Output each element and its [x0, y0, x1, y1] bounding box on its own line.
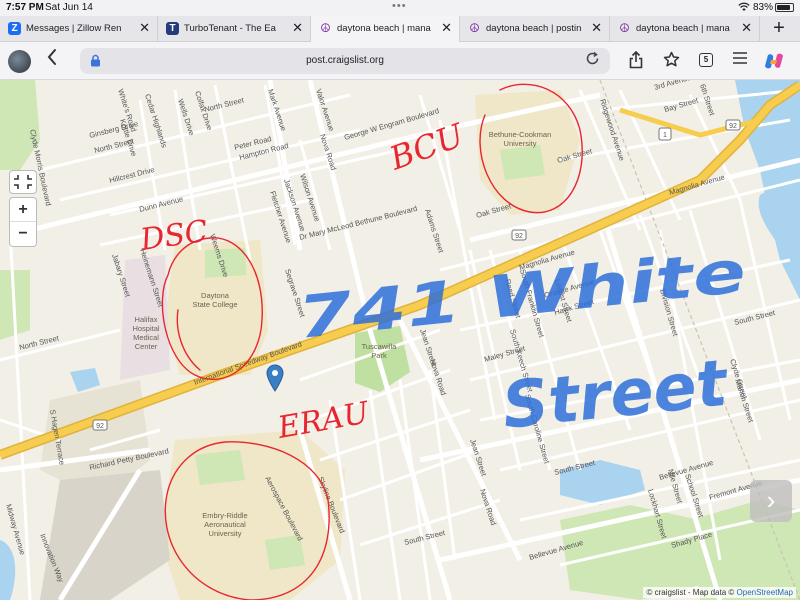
zoom-controls: + − [9, 197, 37, 247]
map-attribution: © craigslist - Map data © OpenStreetMap [643, 587, 796, 598]
share-icon[interactable] [628, 50, 644, 73]
address-bar[interactable]: post.craigslist.org [80, 48, 610, 74]
tab-turbotenant[interactable]: T TurboTenant - The Ea ✕ [158, 16, 311, 42]
tab-bar: Z Messages | Zillow Ren ✕ T TurboTenant … [0, 16, 800, 42]
tab-zillow[interactable]: Z Messages | Zillow Ren ✕ [0, 16, 158, 42]
url-text: post.craigslist.org [306, 55, 384, 66]
craigslist-peace-icon: ☮ [619, 21, 630, 35]
hospital-label-3: Medical [133, 333, 159, 342]
openstreetmap-link[interactable]: OpenStreetMap [737, 588, 793, 597]
status-date: Sat Jun 14 [45, 2, 93, 13]
favorite-star-icon[interactable] [663, 51, 680, 72]
tab-craigslist-active[interactable]: ☮ daytona beach | mana ✕ [311, 16, 460, 42]
zillow-icon: Z [8, 22, 21, 35]
copilot-icon[interactable] [764, 53, 784, 69]
back-button[interactable] [46, 48, 58, 72]
profile-avatar[interactable] [8, 50, 31, 73]
close-tab-icon[interactable]: ✕ [139, 20, 150, 36]
attribution-text: © craigslist - Map data © [646, 588, 735, 597]
wifi-icon [738, 2, 750, 15]
close-tab-icon[interactable]: ✕ [441, 20, 452, 36]
close-tab-icon[interactable]: ✕ [292, 20, 303, 36]
hospital-label-4: Center [135, 342, 158, 351]
bcu-label-1: Bethune-Cookman [489, 130, 552, 139]
map-view[interactable]: 92 92 92 1 Daytona State College Halifax… [0, 80, 800, 600]
tab-title: daytona beach | mana [337, 23, 431, 34]
zoom-out-button[interactable]: − [10, 222, 36, 246]
multitasking-dots-icon[interactable]: ••• [392, 0, 407, 12]
erau-label-1: Embry-Riddle [202, 511, 247, 520]
tuscawilla-label-2: Park [371, 351, 387, 360]
turbotenant-icon: T [166, 22, 179, 35]
hospital-label-2: Hospital [132, 324, 159, 333]
route-us1-shield: 1 [663, 132, 667, 139]
erau-label-3: University [209, 529, 242, 538]
status-time: 7:57 PM [6, 2, 44, 13]
route-92-shield: 92 [96, 423, 104, 430]
zoom-in-button[interactable]: + [10, 198, 36, 222]
status-bar: 7:57 PM Sat Jun 14 ••• 83% [0, 0, 800, 16]
craigslist-peace-icon: ☮ [469, 21, 480, 35]
battery-percent: 83% [753, 2, 774, 13]
close-tab-icon[interactable]: ✕ [591, 20, 602, 36]
fullscreen-button[interactable] [9, 170, 37, 194]
tab-title: Messages | Zillow Ren [26, 23, 122, 34]
map-canvas: 92 92 92 1 Daytona State College Halifax… [0, 80, 800, 600]
dsc-label-2: State College [192, 300, 237, 309]
menu-icon[interactable] [732, 51, 748, 69]
next-arrow-button[interactable]: › [750, 480, 792, 522]
tab-title: daytona beach | postin [486, 23, 582, 34]
tab-craigslist-manage[interactable]: ☮ daytona beach | mana ✕ [610, 16, 760, 42]
tab-title: TurboTenant - The Ea [184, 23, 276, 34]
browser-window: 7:57 PM Sat Jun 14 ••• 83% Z Messages | … [0, 0, 800, 600]
tab-count-button[interactable]: 5 [699, 53, 713, 67]
new-tab-button[interactable]: + [764, 17, 794, 40]
erau-campus [160, 430, 345, 600]
reload-icon[interactable] [585, 51, 600, 70]
tab-craigslist-posting[interactable]: ☮ daytona beach | postin ✕ [460, 16, 610, 42]
bcu-label-2: University [504, 139, 537, 148]
route-92-shield: 92 [515, 233, 523, 240]
battery-icon [775, 3, 794, 12]
craigslist-peace-icon: ☮ [320, 21, 331, 35]
close-tab-icon[interactable]: ✕ [741, 20, 752, 36]
route-92-shield: 92 [729, 123, 737, 130]
tab-title: daytona beach | mana [636, 23, 730, 34]
erau-label-2: Aeronautical [204, 520, 246, 529]
hospital-label-1: Halifax [135, 315, 158, 324]
dsc-label-1: Daytona [201, 291, 230, 300]
toolbar: post.craigslist.org 5 [0, 42, 800, 80]
